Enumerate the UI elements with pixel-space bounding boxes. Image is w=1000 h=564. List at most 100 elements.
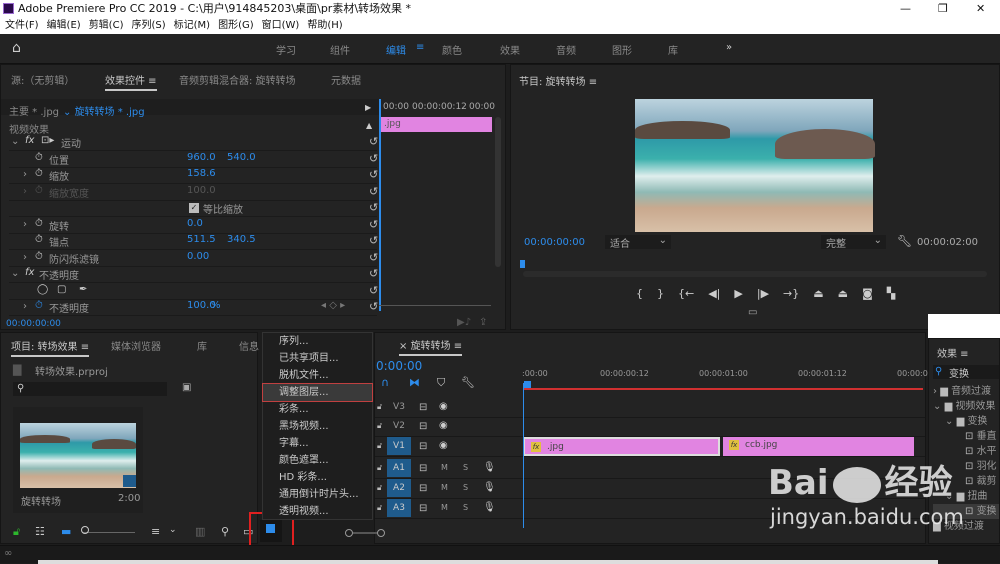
ec-playhead[interactable]: [379, 99, 381, 311]
zoom-slider-handle[interactable]: [81, 526, 89, 534]
property-value[interactable]: 960.0: [187, 152, 216, 163]
home-icon[interactable]: ⌂: [12, 40, 21, 56]
workspace-menu-icon[interactable]: ≡: [416, 42, 424, 53]
compare-icon[interactable]: ▚: [887, 287, 895, 300]
menu-item[interactable]: 文件(F): [5, 20, 39, 31]
chevron-right-icon[interactable]: ›: [23, 169, 27, 180]
reset-icon[interactable]: ↺: [369, 300, 378, 313]
fit-dropdown[interactable]: 适合 ⌄: [605, 235, 671, 250]
fx-icon[interactable]: fx: [25, 267, 34, 278]
chevron-right-icon[interactable]: ›: [23, 252, 27, 263]
extract-icon[interactable]: ⏏: [838, 287, 848, 300]
clip-selector[interactable]: ⌄ 旋转转场 * .jpg: [63, 103, 145, 118]
timeline-tab[interactable]: × 旋转转场 ≡: [399, 337, 463, 356]
property-value[interactable]: 0.0: [187, 218, 203, 229]
solo-button[interactable]: S: [463, 463, 468, 472]
effect-property-row[interactable]: ⌄ fx ⊡▸ 运动 ↺: [9, 135, 378, 151]
reset-icon[interactable]: ↺: [369, 135, 378, 148]
menu-item[interactable]: 颜色遮罩...: [263, 452, 372, 469]
chevron-down-icon[interactable]: ⌄: [945, 416, 957, 427]
play-icon[interactable]: ▶: [734, 287, 742, 300]
effect-property-row[interactable]: ◯ ▢ ✒ ↺: [9, 284, 378, 300]
chevron-down-icon[interactable]: ⌄: [11, 136, 19, 147]
sync-lock-icon[interactable]: ⊟: [419, 402, 427, 413]
track-target[interactable]: V1: [387, 437, 411, 455]
stopwatch-icon[interactable]: ⏱︎: [35, 218, 43, 229]
workspace-tab[interactable]: 音频: [556, 42, 576, 57]
effect-item[interactable]: ⊡ 垂直: [933, 429, 999, 444]
play-audio-icon[interactable]: ▶♪: [457, 317, 471, 328]
reset-icon[interactable]: ↺: [369, 218, 378, 231]
camera-icon[interactable]: ◙: [862, 287, 873, 300]
chevron-down-icon[interactable]: ⌄: [933, 401, 945, 412]
microphone-icon[interactable]: 🎙︎: [483, 502, 496, 513]
track-target[interactable]: A3: [387, 499, 411, 517]
track-lock-icon[interactable]: 🔓︎: [377, 421, 382, 431]
effect-property-row[interactable]: › ⏱︎ 防闪烁滤镜 0.00 ↺: [9, 251, 378, 267]
eye-icon[interactable]: ◉: [439, 440, 448, 451]
menu-item[interactable]: 编辑(E): [47, 20, 81, 31]
program-current-timecode[interactable]: 00:00:00:00: [524, 237, 585, 248]
effect-property-row[interactable]: › ⏱︎ 不透明度 100.0% ◂ ◇ ▸ ↺: [9, 300, 378, 316]
sync-lock-icon[interactable]: ⊟: [419, 421, 427, 432]
timeline-scrollbar[interactable]: [345, 529, 927, 537]
play-arrow-icon[interactable]: ▶: [365, 103, 371, 112]
timeline-timecode[interactable]: 0:00:00: [376, 359, 422, 373]
menu-item[interactable]: 彩条...: [263, 401, 372, 418]
reset-icon[interactable]: ↺: [369, 267, 378, 280]
solo-button[interactable]: S: [463, 483, 468, 492]
project-item-card[interactable]: 旋转转场 2:00: [13, 407, 143, 513]
mute-button[interactable]: M: [441, 483, 448, 492]
menu-item[interactable]: 序列...: [263, 333, 372, 350]
program-monitor-tab[interactable]: 节目: 旋转转场 ≡: [519, 73, 597, 90]
menu-item[interactable]: 脱机文件...: [263, 367, 372, 384]
export-icon[interactable]: ⇪: [479, 317, 487, 328]
ec-tab[interactable]: 音频剪辑混合器: 旋转转场: [179, 72, 296, 87]
track-target[interactable]: A1: [387, 459, 411, 477]
stopwatch-icon[interactable]: ⏱︎: [35, 234, 43, 245]
reset-icon[interactable]: ↺: [369, 251, 378, 264]
fx-icon[interactable]: fx: [25, 135, 34, 146]
pen-mask-icon[interactable]: ✒: [79, 284, 87, 295]
track-lock-icon[interactable]: 🔓︎: [377, 483, 382, 493]
track-target[interactable]: V3: [387, 398, 411, 416]
project-tab[interactable]: 项目: 转场效果 ≡: [11, 338, 90, 357]
property-value[interactable]: 0.00: [187, 251, 209, 262]
reset-icon[interactable]: ↺: [369, 168, 378, 181]
menu-item[interactable]: 黑场视频...: [263, 418, 372, 435]
solo-button[interactable]: S: [463, 503, 468, 512]
mute-button[interactable]: M: [441, 463, 448, 472]
microphone-icon[interactable]: 🎙︎: [483, 462, 496, 473]
workspace-tab[interactable]: 图形: [612, 42, 632, 57]
automate-icon[interactable]: ▥: [195, 525, 205, 538]
menu-item[interactable]: 图形(G): [218, 20, 254, 31]
ec-tab[interactable]: 效果控件 ≡: [105, 72, 157, 91]
add-marker-icon[interactable]: ⛉: [437, 376, 445, 390]
menu-item[interactable]: 帮助(H): [307, 20, 342, 31]
effects-search-input[interactable]: 变换: [933, 365, 999, 380]
ec-zoom-scrollbar[interactable]: [379, 305, 491, 311]
lock-icon[interactable]: 🔓︎: [13, 525, 20, 539]
effect-property-row[interactable]: › ⏱︎ 缩放宽度 100.0 ↺: [9, 185, 378, 201]
menu-item[interactable]: HD 彩条...: [263, 469, 372, 486]
sort-icon[interactable]: ≡: [151, 525, 160, 538]
sync-lock-icon[interactable]: ⊟: [419, 483, 427, 494]
workspace-tab[interactable]: 学习: [276, 42, 296, 57]
track-target[interactable]: V2: [387, 417, 411, 435]
master-clip-label[interactable]: 主要 * .jpg: [9, 103, 59, 118]
stopwatch-icon[interactable]: ⏱︎: [35, 300, 43, 311]
eye-icon[interactable]: ◉: [439, 420, 448, 431]
stopwatch-icon[interactable]: ⏱︎: [35, 152, 43, 163]
list-view-icon[interactable]: ☷: [35, 525, 45, 538]
chevron-right-icon[interactable]: ›: [23, 219, 27, 230]
menu-item[interactable]: 窗口(W): [262, 20, 300, 31]
eye-icon[interactable]: ◉: [439, 401, 448, 412]
effect-property-row[interactable]: ⏱︎ 位置 960.0 540.0 ↺: [9, 152, 378, 168]
find-bin-icon[interactable]: ▣: [182, 382, 191, 393]
zoom-slider[interactable]: [83, 532, 135, 533]
effect-property-row[interactable]: ⌄ fx 不透明度 ↺: [9, 267, 378, 283]
wrench-icon[interactable]: 🔧︎: [897, 234, 912, 248]
transform-icon[interactable]: ⊡▸: [41, 135, 54, 146]
close-button[interactable]: ✕: [976, 0, 985, 17]
workspace-tab[interactable]: 颜色: [442, 42, 462, 57]
